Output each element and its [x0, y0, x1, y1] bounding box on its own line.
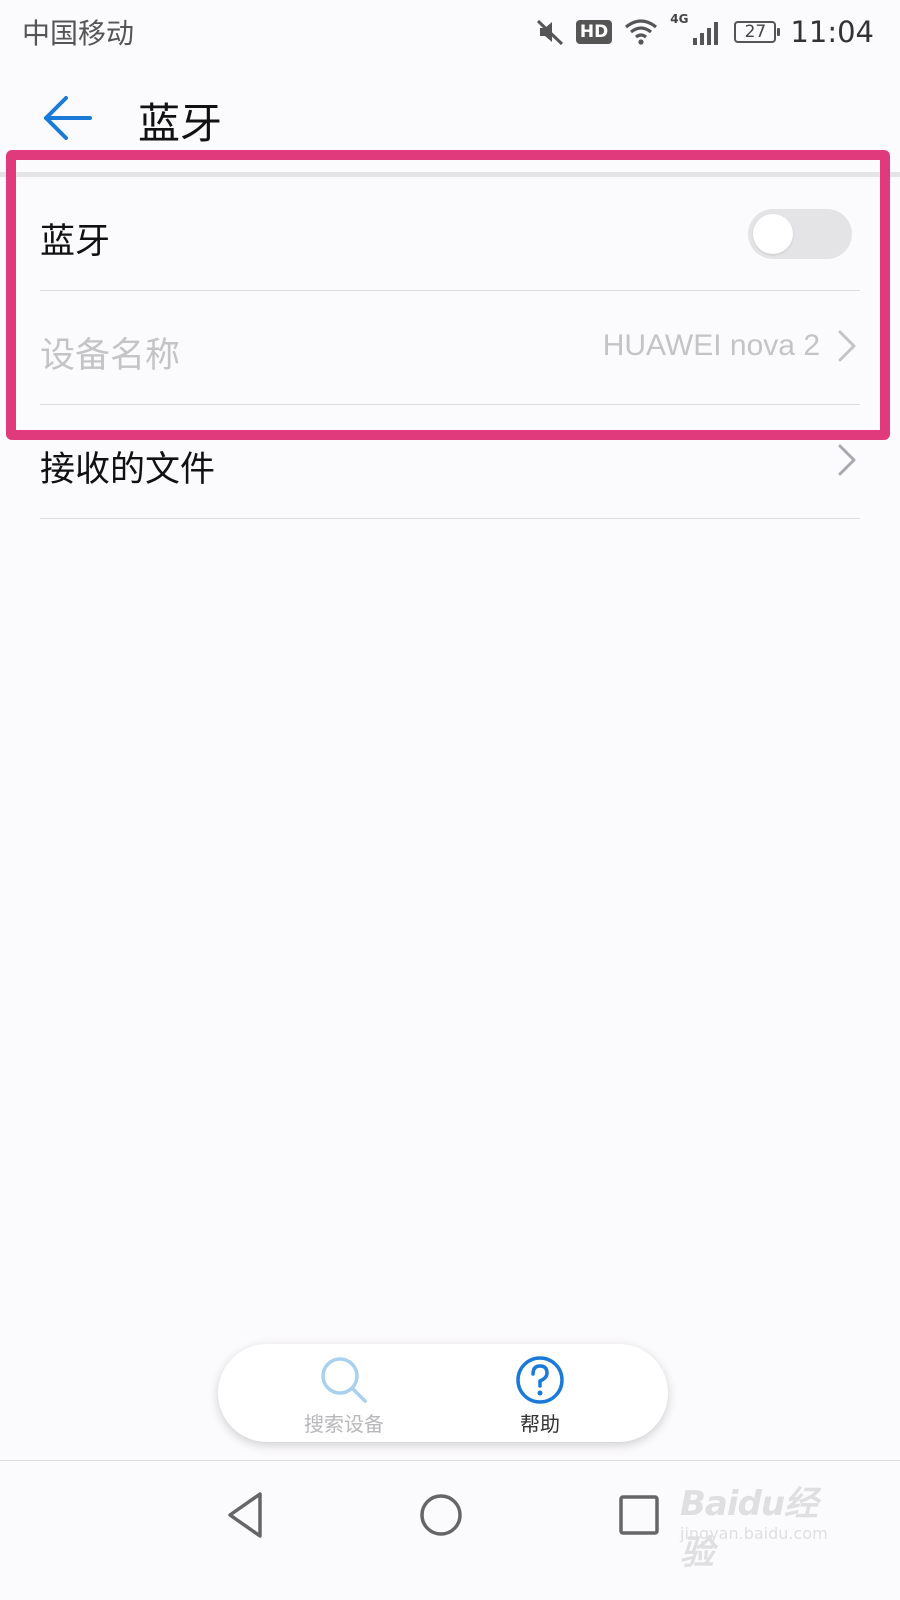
nav-home-button[interactable] — [414, 1488, 468, 1542]
signal-icon — [693, 22, 719, 45]
bluetooth-toggle-row[interactable]: 蓝牙 — [40, 177, 860, 291]
watermark-url: jingyan.baidu.com — [680, 1524, 828, 1543]
received-files-label: 接收的文件 — [40, 450, 216, 490]
nav-divider — [0, 1460, 900, 1461]
search-devices-button[interactable]: 搜索设备 — [244, 1350, 444, 1438]
carrier-label: 中国移动 — [22, 17, 135, 50]
nav-back-button[interactable] — [220, 1488, 274, 1542]
status-bar: 中国移动 HD 4G 27 11:04 — [0, 0, 900, 64]
hd-icon: HD — [575, 20, 613, 44]
device-name-label: 设备名称 — [40, 336, 181, 376]
page-title: 蓝牙 — [138, 99, 223, 148]
chevron-right-icon — [838, 330, 856, 362]
nav-recent-icon — [619, 1495, 659, 1535]
search-devices-label: 搜索设备 — [304, 1412, 384, 1436]
device-name-row[interactable]: 设备名称 HUAWEI nova 2 — [40, 291, 860, 405]
nav-recent-button[interactable] — [612, 1488, 666, 1542]
help-icon — [516, 1356, 564, 1404]
received-files-row[interactable]: 接收的文件 — [40, 405, 860, 519]
mute-icon — [536, 19, 563, 46]
battery-icon: 27 — [734, 21, 781, 43]
wifi-icon — [625, 19, 658, 45]
bottom-action-bar: 搜索设备 帮助 — [218, 1344, 668, 1442]
nav-back-icon — [228, 1492, 262, 1538]
back-button[interactable] — [40, 92, 96, 144]
nav-home-icon — [420, 1494, 462, 1536]
status-icons: HD 4G 27 11:04 — [536, 10, 874, 54]
back-arrow-icon — [44, 96, 92, 140]
chevron-right-icon — [838, 444, 856, 476]
toggle-knob — [753, 214, 793, 254]
help-label: 帮助 — [520, 1412, 560, 1436]
help-button[interactable]: 帮助 — [440, 1350, 640, 1438]
device-name-value: HUAWEI nova 2 — [602, 329, 820, 362]
bluetooth-toggle[interactable] — [748, 209, 852, 259]
divider — [40, 518, 860, 519]
clock: 11:04 — [790, 15, 874, 49]
network-type: 4G — [670, 12, 689, 26]
baidu-watermark: Baidu经验 jingyan.baidu.com — [680, 1470, 840, 1573]
bluetooth-label: 蓝牙 — [40, 222, 111, 262]
search-icon — [321, 1357, 367, 1403]
